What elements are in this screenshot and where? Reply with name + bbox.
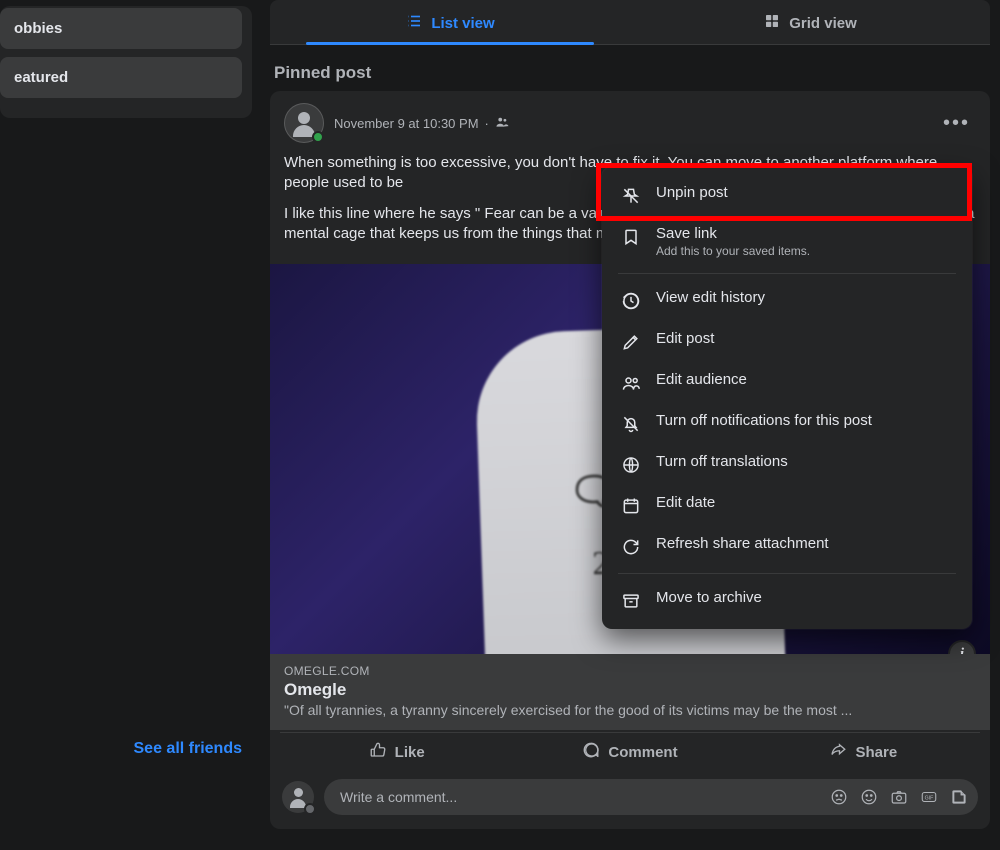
post-options-button[interactable]: ••• — [937, 108, 976, 139]
comment-button[interactable]: Comment — [513, 733, 746, 771]
emoji-icon[interactable] — [858, 786, 880, 808]
menu-view-edit-history[interactable]: View edit history — [610, 280, 964, 321]
comment-icon — [582, 741, 600, 763]
menu-refresh-share-attachment[interactable]: Refresh share attachment — [610, 526, 964, 567]
menu-label: Refresh share attachment — [656, 535, 829, 552]
menu-turn-off-translations[interactable]: Turn off translations — [610, 444, 964, 485]
menu-label: Turn off translations — [656, 453, 788, 470]
menu-separator — [618, 273, 956, 274]
link-preview-card[interactable]: OMEGLE.COM Omegle "Of all tyrannies, a t… — [270, 654, 990, 730]
menu-save-link[interactable]: Save link Add this to your saved items. — [610, 216, 964, 267]
sidebar-item-hobbies[interactable]: obbies — [0, 8, 242, 49]
menu-edit-audience[interactable]: Edit audience — [610, 362, 964, 403]
menu-label: Move to archive — [656, 589, 762, 606]
like-label: Like — [395, 744, 425, 761]
archive-icon — [620, 590, 642, 612]
tab-label: Grid view — [789, 15, 857, 32]
menu-turn-off-notifications[interactable]: Turn off notifications for this post — [610, 403, 964, 444]
post-author-avatar[interactable] — [284, 103, 324, 143]
menu-label: Edit audience — [656, 371, 747, 388]
like-button[interactable]: Like — [280, 733, 513, 771]
history-icon — [620, 290, 642, 312]
post-meta: November 9 at 10:30 PM · — [334, 115, 509, 132]
share-label: Share — [855, 744, 897, 761]
current-user-avatar[interactable] — [282, 781, 314, 813]
tab-label: List view — [431, 15, 494, 32]
menu-label: Unpin post — [656, 184, 728, 201]
calendar-icon — [620, 495, 642, 517]
view-tabs: List view Grid view — [270, 0, 990, 45]
sticker-icon[interactable] — [948, 786, 970, 808]
avatar-switcher-icon — [304, 803, 316, 815]
gif-icon[interactable]: GIF — [918, 786, 940, 808]
globe-icon — [620, 454, 642, 476]
link-preview-domain: OMEGLE.COM — [284, 664, 976, 678]
camera-icon[interactable] — [888, 786, 910, 808]
post-action-row: Like Comment Share — [280, 732, 980, 771]
tab-grid-view[interactable]: Grid view — [630, 0, 990, 44]
menu-label: Edit post — [656, 330, 714, 347]
comment-label: Comment — [608, 744, 677, 761]
section-title: Pinned post — [274, 63, 986, 83]
link-preview-title: Omegle — [284, 680, 976, 700]
post-timestamp[interactable]: November 9 at 10:30 PM — [334, 116, 479, 131]
like-icon — [369, 741, 387, 763]
share-icon — [829, 741, 847, 763]
menu-move-to-archive[interactable]: Move to archive — [610, 580, 964, 621]
share-button[interactable]: Share — [747, 733, 980, 771]
audience-icon — [620, 372, 642, 394]
menu-unpin-post[interactable]: Unpin post — [610, 175, 964, 216]
bell-off-icon — [620, 413, 642, 435]
list-icon — [405, 12, 423, 34]
info-icon[interactable]: i — [948, 640, 976, 654]
post-header: November 9 at 10:30 PM · ••• — [270, 91, 990, 149]
menu-separator — [618, 573, 956, 574]
menu-label: View edit history — [656, 289, 765, 306]
audience-friends-icon[interactable] — [495, 115, 509, 132]
svg-text:GIF: GIF — [925, 795, 934, 801]
dot-separator: · — [485, 116, 489, 131]
post-context-menu: Unpin post Save link Add this to your sa… — [602, 167, 972, 629]
link-preview-description: "Of all tyrannies, a tyranny sincerely e… — [284, 702, 976, 718]
see-all-friends-link[interactable]: See all friends — [134, 740, 243, 758]
menu-label: Save link — [656, 225, 810, 242]
menu-label: Edit date — [656, 494, 715, 511]
menu-sublabel: Add this to your saved items. — [656, 244, 810, 258]
menu-label: Turn off notifications for this post — [656, 412, 872, 429]
comment-input-wrap: GIF — [324, 779, 978, 815]
tab-list-view[interactable]: List view — [270, 0, 630, 44]
menu-edit-date[interactable]: Edit date — [610, 485, 964, 526]
sidebar-item-featured[interactable]: eatured — [0, 57, 242, 98]
presence-online-icon — [312, 131, 324, 143]
comment-input[interactable] — [332, 781, 828, 813]
bookmark-icon — [620, 226, 642, 248]
refresh-icon — [620, 536, 642, 558]
avatar-sticker-icon[interactable] — [828, 786, 850, 808]
comment-composer-row: GIF — [270, 771, 990, 829]
grid-icon — [763, 12, 781, 34]
pencil-icon — [620, 331, 642, 353]
menu-edit-post[interactable]: Edit post — [610, 321, 964, 362]
unpin-icon — [620, 185, 642, 207]
sidebar-card: obbies eatured — [0, 6, 252, 118]
sidebar: obbies eatured See all friends — [0, 0, 260, 850]
